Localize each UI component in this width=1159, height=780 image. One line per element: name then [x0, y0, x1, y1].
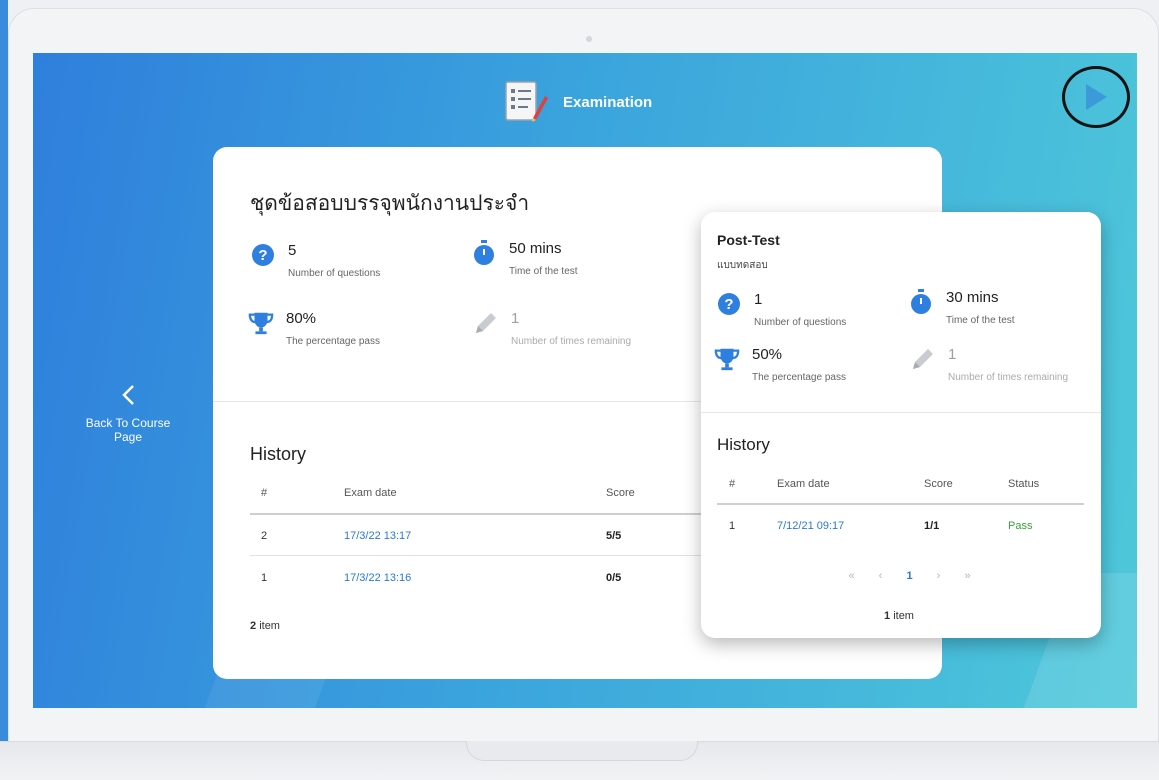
col-number: # [261, 487, 268, 499]
row-score: 5/5 [606, 530, 622, 542]
row-status: Pass [1008, 520, 1033, 532]
prev-page-button[interactable]: ‹ [866, 570, 895, 582]
item-count: 2 item [250, 620, 280, 632]
post-test-card: Post-Test แบบทดสอบ ? 1 Number of questio… [701, 212, 1101, 638]
col-number: # [729, 478, 736, 490]
stat-time: 50 mins Time of the test [471, 240, 578, 277]
page-header: Examination [503, 80, 652, 124]
history-title: History [717, 435, 770, 454]
item-count-number: 1 [884, 610, 891, 622]
pass-label: The percentage pass [752, 372, 846, 383]
stat-questions: ? 5 Number of questions [250, 242, 380, 279]
history-title: History [250, 444, 307, 464]
stopwatch-icon [908, 289, 934, 315]
stat-remaining: 1 Number of times remaining [473, 310, 631, 347]
post-test-title: Post-Test [717, 232, 780, 248]
time-value: 30 mins [946, 289, 999, 306]
col-status: Status [1008, 478, 1040, 490]
trophy-icon [248, 310, 274, 336]
pencil-icon [910, 346, 936, 372]
table-header-line [250, 513, 710, 515]
table-header-line [717, 503, 1084, 505]
remaining-value: 1 [511, 310, 520, 327]
row-number: 2 [261, 530, 268, 542]
exam-title: ชุดข้อสอบบรรจุพนักงานประจำ [250, 192, 530, 215]
questions-value: 1 [754, 291, 763, 308]
item-count-label: item [893, 610, 914, 622]
back-to-course-button[interactable]: Back To Course Page [78, 383, 178, 444]
row-exam-date-link[interactable]: 17/3/22 13:16 [344, 572, 411, 584]
stat-pass: 80% The percentage pass [248, 310, 380, 347]
stat-questions: ? 1 Number of questions [716, 291, 846, 328]
row-score: 1/1 [924, 520, 940, 532]
remaining-label: Number of times remaining [948, 372, 1069, 383]
pass-value: 80% [286, 310, 317, 327]
item-count-number: 2 [250, 620, 257, 632]
item-count: 1 item [884, 610, 914, 622]
edge-strip [0, 0, 8, 780]
pencil-icon [473, 310, 499, 336]
questions-label: Number of questions [754, 317, 847, 328]
chevron-left-icon [78, 383, 178, 412]
stat-time: 30 mins Time of the test [908, 289, 1015, 326]
remaining-value: 1 [948, 346, 957, 363]
row-exam-date-link[interactable]: 7/12/21 09:17 [777, 520, 844, 532]
time-label: Time of the test [946, 315, 1015, 326]
row-exam-date-link[interactable]: 17/3/22 13:17 [344, 530, 411, 542]
pagination: « ‹ 1 › » [837, 570, 982, 582]
post-test-subtitle: แบบทดสอบ [717, 260, 768, 271]
page-title: Examination [563, 93, 653, 111]
first-page-button[interactable]: « [837, 570, 866, 582]
question-icon: ? [716, 291, 742, 317]
stat-remaining: 1 Number of times remaining [910, 346, 1068, 383]
last-page-button[interactable]: » [953, 570, 982, 582]
col-exam-date: Exam date [777, 478, 830, 490]
col-exam-date: Exam date [344, 487, 397, 499]
pass-value: 50% [752, 346, 783, 363]
trophy-icon [714, 346, 740, 372]
stopwatch-icon [471, 240, 497, 266]
back-label: Back To Course Page [85, 416, 171, 444]
questions-value: 5 [288, 242, 297, 259]
remaining-label: Number of times remaining [511, 336, 632, 347]
row-number: 1 [261, 572, 268, 584]
row-score: 0/5 [606, 572, 622, 584]
time-label: Time of the test [509, 266, 578, 277]
play-button[interactable] [1062, 66, 1130, 128]
time-value: 50 mins [509, 240, 562, 257]
app-screen: Examination Back To Course Page ชุดข้อสอ… [33, 53, 1137, 708]
document-icon [505, 81, 548, 122]
col-score: Score [924, 478, 953, 490]
camera-dot [586, 36, 592, 42]
questions-label: Number of questions [288, 268, 381, 279]
play-icon [1086, 84, 1107, 110]
next-page-button[interactable]: › [924, 570, 953, 582]
page-1-button[interactable]: 1 [895, 570, 924, 582]
item-count-label: item [259, 620, 280, 632]
svg-text:?: ? [258, 247, 267, 264]
question-icon: ? [250, 242, 276, 268]
svg-text:?: ? [724, 296, 733, 313]
row-divider [250, 555, 710, 556]
laptop-notch [466, 741, 698, 761]
pass-label: The percentage pass [286, 336, 380, 347]
col-score: Score [606, 487, 635, 499]
section-divider [701, 412, 1101, 413]
stat-pass: 50% The percentage pass [714, 346, 846, 383]
row-number: 1 [729, 520, 736, 532]
